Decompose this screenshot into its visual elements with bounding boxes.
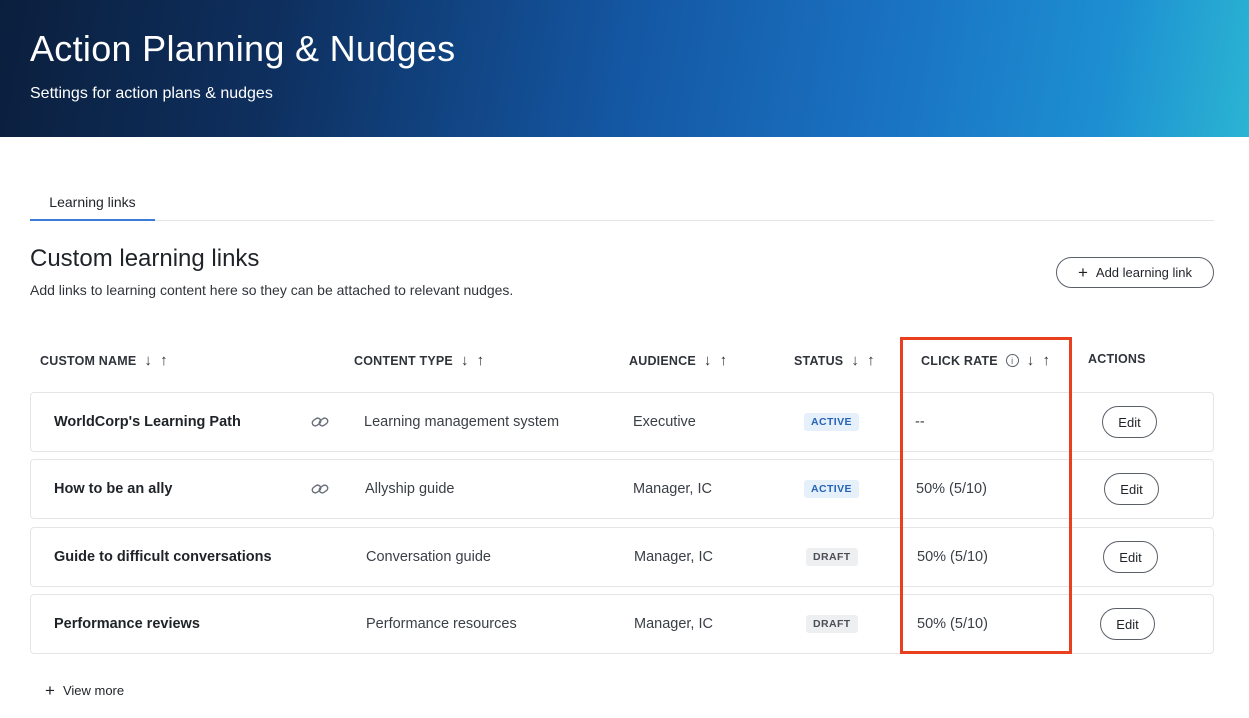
row-custom-name: WorldCorp's Learning Path <box>54 414 241 430</box>
row-audience: Manager, IC <box>634 616 713 632</box>
column-header-content-type: CONTENT TYPE ↓ ↑ <box>354 352 485 369</box>
row-content-type: Learning management system <box>364 414 560 430</box>
status-badge: ACTIVE <box>804 480 859 498</box>
status-badge: ACTIVE <box>804 413 859 431</box>
status-badge: DRAFT <box>806 615 858 633</box>
link-icon[interactable] <box>310 414 330 430</box>
click-rate-highlight <box>900 337 1072 654</box>
edit-button[interactable]: Edit <box>1103 541 1158 573</box>
tab-learning-links[interactable]: Learning links <box>30 183 155 221</box>
arrow-up-icon[interactable]: ↑ <box>160 352 168 369</box>
arrow-down-icon[interactable]: ↓ <box>461 352 469 369</box>
plus-icon: + <box>45 681 55 700</box>
row-audience: Manager, IC <box>633 481 712 497</box>
row-audience: Executive <box>633 414 696 430</box>
arrow-down-icon[interactable]: ↓ <box>144 352 152 369</box>
edit-button[interactable]: Edit <box>1102 406 1157 438</box>
column-header-audience: AUDIENCE ↓ ↑ <box>629 352 728 369</box>
status-badge: DRAFT <box>806 548 858 566</box>
link-icon[interactable] <box>310 481 330 497</box>
column-header-custom-name: CUSTOM NAME ↓ ↑ <box>40 352 168 369</box>
page-header: Action Planning & Nudges Settings for ac… <box>0 0 1249 137</box>
row-custom-name: How to be an ally <box>54 481 173 497</box>
arrow-up-icon[interactable]: ↑ <box>867 352 875 369</box>
row-custom-name: Guide to difficult conversations <box>54 549 272 565</box>
row-content-type: Allyship guide <box>365 481 455 497</box>
tab-bar: Learning links <box>30 183 1214 221</box>
view-more-button[interactable]: + View more <box>45 682 124 699</box>
view-more-label: View more <box>62 683 125 698</box>
page-subtitle: Settings for action plans & nudges <box>30 85 273 102</box>
plus-icon: + <box>1077 263 1088 282</box>
column-header-actions: ACTIONS <box>1088 352 1146 366</box>
arrow-up-icon[interactable]: ↑ <box>477 352 485 369</box>
section-description: Add links to learning content here so th… <box>30 282 514 298</box>
add-learning-link-label: Add learning link <box>1095 265 1193 280</box>
arrow-down-icon[interactable]: ↓ <box>704 352 712 369</box>
row-audience: Manager, IC <box>634 549 713 565</box>
column-header-status: STATUS ↓ ↑ <box>794 352 875 369</box>
edit-button[interactable]: Edit <box>1104 473 1159 505</box>
page-title: Action Planning & Nudges <box>30 28 456 69</box>
row-content-type: Performance resources <box>366 616 517 632</box>
arrow-down-icon[interactable]: ↓ <box>851 352 859 369</box>
section-title: Custom learning links <box>30 245 260 272</box>
edit-button[interactable]: Edit <box>1100 608 1155 640</box>
add-learning-link-button[interactable]: + Add learning link <box>1056 257 1214 288</box>
arrow-up-icon[interactable]: ↑ <box>720 352 728 369</box>
row-content-type: Conversation guide <box>366 549 491 565</box>
row-custom-name: Performance reviews <box>54 616 200 632</box>
